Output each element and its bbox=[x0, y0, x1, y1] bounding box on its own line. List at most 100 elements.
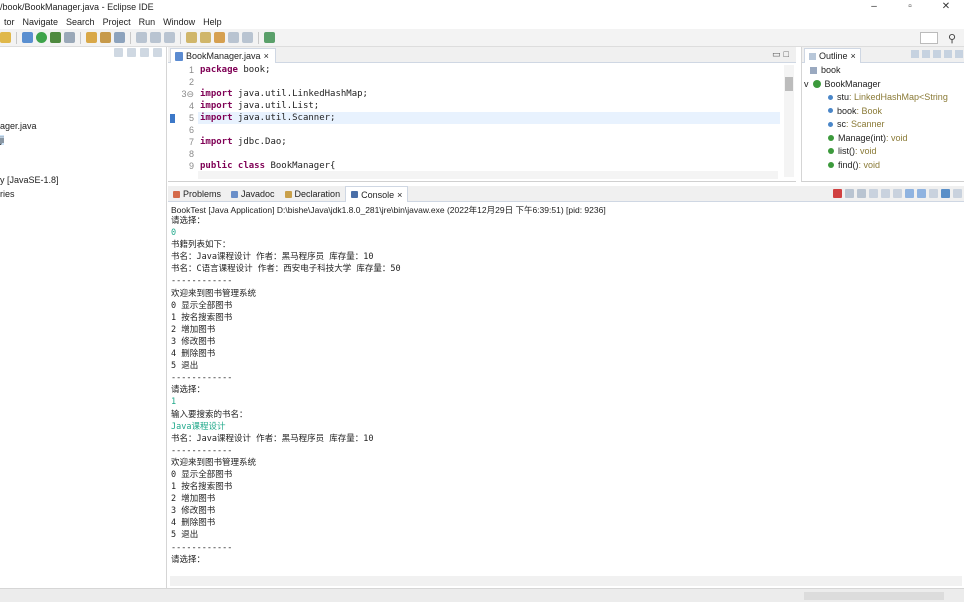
back-icon[interactable] bbox=[228, 32, 239, 43]
remove-launch-icon[interactable] bbox=[845, 189, 854, 198]
close-outline-icon[interactable]: × bbox=[851, 49, 856, 63]
close-window-button[interactable]: ✕ bbox=[928, 0, 964, 15]
minimize-view-icon[interactable] bbox=[153, 48, 162, 57]
console-output-line: 1 按名搜索图书 bbox=[171, 482, 233, 493]
outline-item[interactable]: book : Book bbox=[828, 106, 882, 116]
outline-tab-label: Outline bbox=[819, 51, 848, 61]
editor-tab-bookmanager[interactable]: BookManager.java × bbox=[170, 48, 276, 63]
word-wrap-icon[interactable] bbox=[893, 189, 902, 198]
quick-access-search-icon[interactable]: ⚲ bbox=[948, 32, 956, 45]
code-line[interactable]: import java.util.List; bbox=[198, 100, 780, 112]
code-line[interactable]: package book; bbox=[198, 64, 780, 76]
prev-annotation-icon[interactable] bbox=[200, 32, 211, 43]
menu-bar: tor Navigate Search Project Run Window H… bbox=[0, 15, 964, 29]
menu-window[interactable]: Window bbox=[159, 15, 199, 29]
console-output-line: 请选择： bbox=[171, 385, 206, 396]
tree-item-jre-library[interactable]: y [JavaSE-1.8] bbox=[0, 175, 59, 185]
scrollbar-thumb[interactable] bbox=[785, 77, 793, 91]
console-output-line: 0 显示全部图书 bbox=[171, 469, 233, 480]
whitespace-icon[interactable] bbox=[150, 32, 161, 43]
tab-javadoc[interactable]: Javadoc bbox=[226, 186, 280, 202]
outline-tab[interactable]: Outline × bbox=[804, 48, 861, 63]
maximize-button[interactable]: ▫ bbox=[892, 0, 928, 15]
code-line[interactable]: import jdbc.Dao; bbox=[198, 136, 780, 148]
menu-project[interactable]: Project bbox=[99, 15, 135, 29]
hide-nonpublic-icon[interactable] bbox=[944, 50, 952, 58]
outline-item[interactable]: book bbox=[810, 65, 841, 75]
tree-item-bookmanager-java[interactable]: ager.java bbox=[0, 121, 37, 131]
collapse-all-icon[interactable] bbox=[114, 48, 123, 57]
menu-help[interactable]: Help bbox=[199, 15, 226, 29]
terminate-icon[interactable] bbox=[833, 189, 842, 198]
outline-item[interactable]: stu : LinkedHashMap<String bbox=[828, 92, 948, 102]
hide-static-icon[interactable] bbox=[933, 50, 941, 58]
editor-view-controls[interactable]: ▭□ bbox=[772, 49, 792, 60]
code-line[interactable] bbox=[198, 124, 780, 136]
menu-search[interactable]: Search bbox=[62, 15, 99, 29]
pin-editor-icon[interactable] bbox=[264, 32, 275, 43]
code-area[interactable]: package book; import java.util.LinkedHash… bbox=[198, 63, 780, 180]
display-console-icon[interactable] bbox=[941, 189, 950, 198]
code-line[interactable]: import java.util.LinkedHashMap; bbox=[198, 88, 780, 100]
last-edit-icon[interactable] bbox=[214, 32, 225, 43]
editor-vertical-scrollbar[interactable] bbox=[784, 65, 794, 177]
scroll-lock-icon[interactable] bbox=[881, 189, 890, 198]
minimize-button[interactable]: – bbox=[856, 0, 892, 15]
close-tab-icon[interactable]: × bbox=[264, 49, 269, 63]
console-output-line: 4 删除图书 bbox=[171, 518, 216, 529]
close-console-icon[interactable]: × bbox=[397, 187, 402, 203]
code-text: java.util.Scanner; bbox=[232, 113, 336, 123]
link-editor-icon[interactable] bbox=[127, 48, 136, 57]
show-stderr-icon[interactable] bbox=[917, 189, 926, 198]
console-output-line: 3 修改图书 bbox=[171, 506, 216, 517]
sort-icon[interactable] bbox=[911, 50, 919, 58]
console-output[interactable]: 请选择： 0 书籍列表如下： 书名：Java课程设计 作者：黑马程序员 库存量：10 书… bbox=[171, 215, 951, 566]
package-icon bbox=[810, 66, 817, 74]
tree-item-referenced-libraries[interactable]: ries bbox=[0, 189, 15, 199]
run-icon[interactable] bbox=[36, 32, 47, 43]
perspective-switcher[interactable] bbox=[920, 32, 938, 44]
console-output-line: 输入要搜索的书名： bbox=[171, 409, 248, 420]
show-stdout-icon[interactable] bbox=[905, 189, 914, 198]
pin-console-icon[interactable] bbox=[929, 189, 938, 198]
expand-chevron-icon[interactable]: v bbox=[804, 79, 809, 89]
search-toolbar-icon[interactable] bbox=[114, 32, 125, 43]
menu-run[interactable]: Run bbox=[135, 15, 160, 29]
block-selection-icon[interactable] bbox=[164, 32, 175, 43]
toolbar-separator bbox=[130, 31, 131, 44]
forward-icon[interactable] bbox=[242, 32, 253, 43]
outline-item[interactable]: sc : Scanner bbox=[828, 119, 885, 129]
outline-item[interactable]: v BookManager bbox=[804, 79, 881, 89]
view-menu-icon[interactable] bbox=[140, 48, 149, 57]
open-task-icon[interactable] bbox=[100, 32, 111, 43]
outline-menu-icon[interactable] bbox=[955, 50, 963, 58]
next-annotation-icon[interactable] bbox=[186, 32, 197, 43]
debug-icon[interactable] bbox=[22, 32, 33, 43]
clear-console-icon[interactable] bbox=[869, 189, 878, 198]
editor-horizontal-scrollbar[interactable] bbox=[198, 171, 778, 179]
code-line[interactable]: import java.util.Scanner; bbox=[198, 112, 780, 124]
code-line[interactable] bbox=[198, 76, 780, 88]
outline-item[interactable]: list() : void bbox=[828, 146, 877, 156]
console-output-line: 4 删除图书 bbox=[171, 349, 216, 360]
console-horizontal-scrollbar[interactable] bbox=[170, 576, 962, 586]
menu-navigate[interactable]: Navigate bbox=[19, 15, 63, 29]
tab-problems[interactable]: Problems bbox=[168, 186, 226, 202]
remove-all-icon[interactable] bbox=[857, 189, 866, 198]
tree-item-selected[interactable]: ji bbox=[0, 135, 4, 145]
external-tools-icon[interactable] bbox=[64, 32, 75, 43]
menu-editor[interactable]: tor bbox=[0, 15, 19, 29]
coverage-icon[interactable] bbox=[50, 32, 61, 43]
new-icon[interactable] bbox=[0, 32, 11, 43]
code-line[interactable] bbox=[198, 148, 780, 160]
open-type-icon[interactable] bbox=[86, 32, 97, 43]
console-output-line: ------------ bbox=[171, 276, 233, 287]
tab-console[interactable]: Console × bbox=[345, 186, 409, 203]
outline-item[interactable]: Manage(int) : void bbox=[828, 133, 908, 143]
hide-fields-icon[interactable] bbox=[922, 50, 930, 58]
outline-item[interactable]: find() : void bbox=[828, 160, 880, 170]
javadoc-icon bbox=[231, 190, 239, 198]
open-console-icon[interactable] bbox=[953, 189, 962, 198]
toggle-mark-icon[interactable] bbox=[136, 32, 147, 43]
tab-declaration[interactable]: Declaration bbox=[280, 186, 346, 202]
